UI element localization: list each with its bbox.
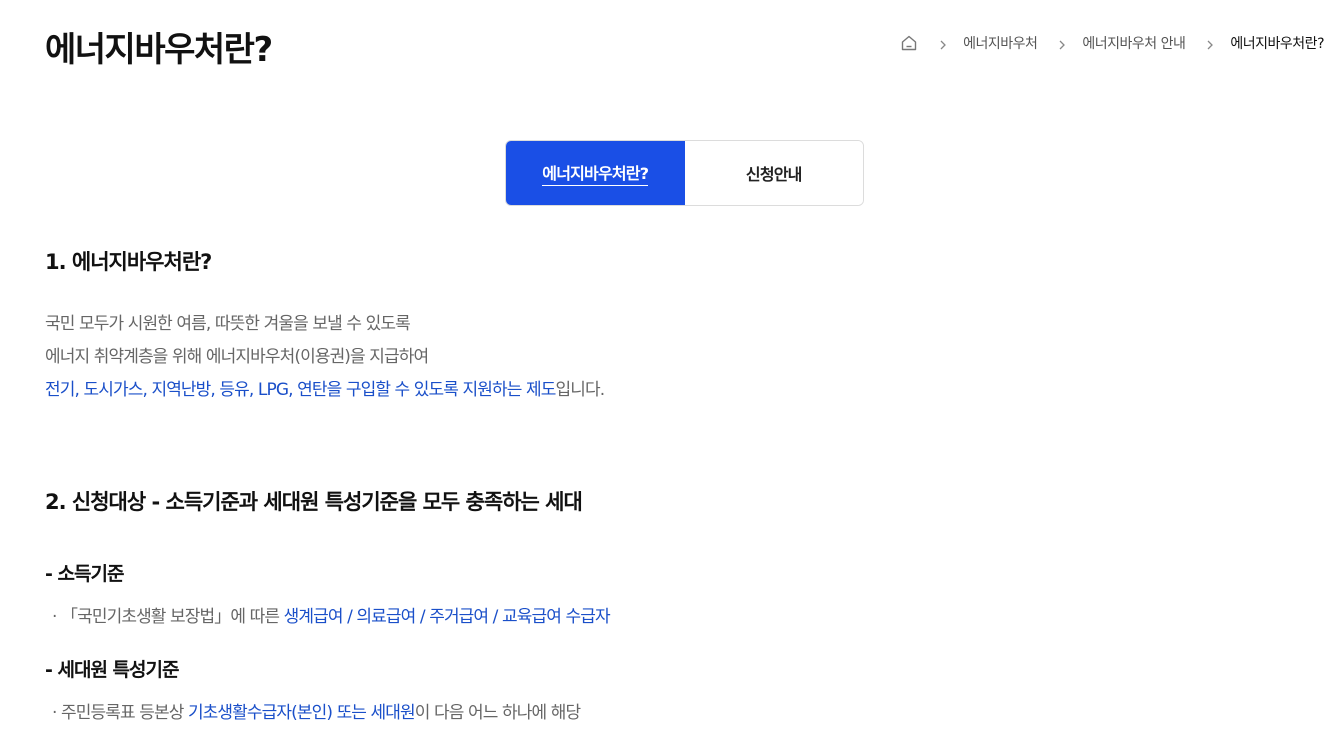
tab-label: 에너지바우처란?	[542, 160, 649, 186]
paragraph-line: 에너지 취약계층을 위해 에너지바우처(이용권)을 지급하여	[45, 347, 429, 367]
chevron-right-icon	[1057, 38, 1067, 50]
highlight-text: 생계급여 / 의료급여 / 주거급여 / 교육급여 수급자	[283, 607, 611, 627]
chevron-right-icon	[938, 38, 948, 50]
criteria-prefix: · 주민등록표 등본상	[52, 703, 188, 723]
highlight-text: 기초생활수급자(본인) 또는 세대원	[187, 703, 416, 723]
home-icon[interactable]	[900, 34, 918, 52]
tab-label: 신청안내	[745, 165, 802, 184]
breadcrumb-item-energy-voucher[interactable]: 에너지바우처	[963, 33, 1038, 53]
section1-paragraph: 국민 모두가 시원한 여름, 따뜻한 겨울을 보낼 수 있도록 에너지 취약계층…	[45, 308, 605, 407]
household-criteria-title: - 세대원 특성기준	[45, 659, 179, 681]
tab-application-guide[interactable]: 신청안내	[684, 141, 863, 205]
breadcrumb-item-voucher-guide[interactable]: 에너지바우처 안내	[1082, 33, 1186, 53]
page: 에너지바우처란? 에너지바우처 에너지바우처 안내 에너지바우처란? 에너지바우…	[0, 0, 1342, 746]
paragraph-line: 전기, 도시가스, 지역난방, 등유, LPG, 연탄을 구입할 수 있도록 지…	[45, 374, 605, 407]
page-title: 에너지바우처란?	[45, 30, 273, 70]
tab-what-is-voucher[interactable]: 에너지바우처란?	[506, 141, 685, 205]
chevron-right-icon	[1205, 38, 1215, 50]
criteria-suffix: 이 다음 어느 하나에 해당	[414, 703, 581, 723]
paragraph-text: 입니다.	[555, 380, 605, 400]
highlight-text: 전기, 도시가스, 지역난방, 등유, LPG, 연탄을 구입할 수 있도록 지…	[45, 380, 556, 400]
income-criteria-text: · 「국민기초생활 보장법」에 따른 생계급여 / 의료급여 / 주거급여 / …	[52, 602, 611, 627]
breadcrumb: 에너지바우처 에너지바우처 안내 에너지바우처란?	[900, 33, 1324, 53]
income-criteria-title: - 소득기준	[45, 563, 124, 585]
breadcrumb-item-current: 에너지바우처란?	[1230, 36, 1324, 52]
criteria-prefix: · 「국민기초생활 보장법」에 따른	[52, 607, 284, 627]
paragraph-line: 국민 모두가 시원한 여름, 따뜻한 겨울을 보낼 수 있도록	[45, 314, 411, 334]
tab-group: 에너지바우처란? 신청안내	[505, 140, 864, 206]
section2-heading: 2. 신청대상 - 소득기준과 세대원 특성기준을 모두 충족하는 세대	[45, 490, 583, 514]
section1-heading: 1. 에너지바우처란?	[45, 250, 212, 274]
household-criteria-text: · 주민등록표 등본상 기초생활수급자(본인) 또는 세대원이 다음 어느 하나…	[52, 698, 581, 723]
